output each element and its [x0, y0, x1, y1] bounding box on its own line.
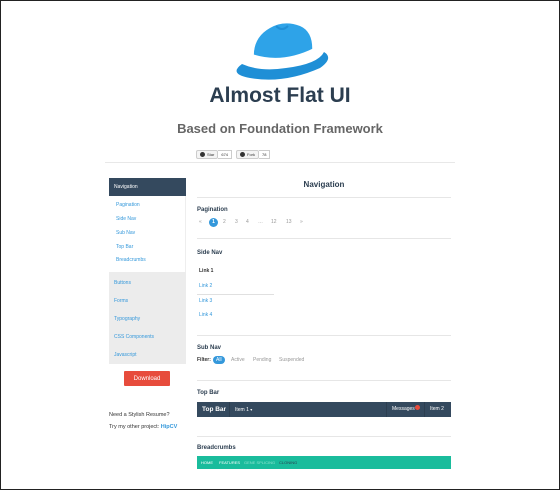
top-bar-separator [386, 402, 387, 417]
top-bar-item-1[interactable]: Item 1 ▾ [235, 402, 252, 418]
sidebar-item-breadcrumbs[interactable]: Breadcrumbs [116, 257, 146, 263]
promo-line: Try my other project: HipCV [109, 424, 178, 430]
header-divider [105, 162, 455, 163]
site-title: Almost Flat UI [209, 84, 351, 107]
sub-nav-item-all[interactable]: All [213, 356, 225, 364]
chevron-down-icon: ▾ [250, 407, 253, 412]
pagination-page[interactable]: 12 [271, 218, 277, 227]
side-nav-link-4[interactable]: Link 4 [199, 312, 212, 318]
pagination-page[interactable]: 3 [235, 218, 238, 227]
breadcrumb-item-cloning: Cloning [279, 460, 298, 465]
top-bar-separator [229, 402, 230, 417]
breadcrumbs-title: Breadcrumbs [197, 445, 236, 451]
sidebar-item-side-nav[interactable]: Side Nav [116, 216, 136, 222]
sub-nav-item-suspended[interactable]: Suspended [279, 356, 304, 364]
pagination-page[interactable]: 13 [286, 218, 292, 227]
messages-badge [415, 405, 420, 410]
pagination-prev[interactable]: « [199, 218, 202, 227]
hat-logo [236, 23, 329, 80]
sidebar-item-top-bar[interactable]: Top Bar [116, 244, 133, 250]
sidebar-heading[interactable]: Navigation [109, 178, 186, 196]
breadcrumb-item-features[interactable]: Features [219, 456, 240, 469]
sub-nav-filter-label: Filter: [197, 357, 211, 363]
promo-text: Need a Stylish Resume? [109, 412, 170, 418]
side-nav-title: Side Nav [197, 250, 223, 256]
top-bar-brand[interactable]: Top Bar [202, 402, 226, 417]
github-star-button[interactable]: Star 674 [196, 150, 233, 159]
download-button[interactable]: Download [124, 371, 170, 386]
sidebar-menu: Buttons Forms Typography CSS Components … [109, 272, 186, 364]
fork-count: 78 [259, 150, 271, 159]
sub-nav-title: Sub Nav [197, 345, 222, 351]
top-bar-messages[interactable]: Messages [392, 402, 415, 417]
breadcrumb-item-home[interactable]: Home [201, 456, 213, 469]
pagination-title: Pagination [197, 207, 228, 213]
breadcrumb: Home Features Gene Splicing Cloning [197, 456, 451, 469]
divider [197, 238, 451, 239]
star-count: 674 [218, 150, 233, 159]
section-heading: Navigation [303, 180, 345, 189]
sub-nav-item-pending[interactable]: Pending [253, 356, 271, 364]
divider [197, 197, 451, 198]
github-icon [200, 152, 205, 157]
side-nav-link-2[interactable]: Link 2 [199, 283, 212, 289]
pagination-ellipsis: … [258, 219, 263, 225]
sidebar-item-buttons[interactable]: Buttons [114, 280, 131, 286]
sidebar-item-forms[interactable]: Forms [114, 298, 128, 304]
top-bar: Top Bar Item 1 ▾ Messages Item 2 [197, 402, 451, 417]
pagination-page[interactable]: 2 [223, 218, 226, 227]
divider [197, 436, 451, 437]
top-bar-title: Top Bar [197, 390, 220, 396]
pagination-page[interactable]: 4 [246, 218, 249, 227]
top-bar-item-2[interactable]: Item 2 [430, 402, 444, 417]
pagination-next[interactable]: » [300, 218, 303, 227]
divider [197, 380, 451, 381]
sidebar-item-sub-nav[interactable]: Sub Nav [116, 230, 135, 236]
sidebar-subnav: Pagination Side Nav Sub Nav Top Bar Brea… [109, 196, 186, 272]
side-nav-link-3[interactable]: Link 3 [199, 298, 212, 304]
side-nav-divider [197, 294, 274, 295]
sidebar-item-javascript[interactable]: Javascript [114, 352, 137, 358]
side-nav-link-1[interactable]: Link 1 [199, 268, 213, 274]
site-subtitle: Based on Foundation Framework [177, 121, 383, 136]
sidebar-item-typography[interactable]: Typography [114, 316, 140, 322]
breadcrumb-item-gene-splicing: Gene Splicing [244, 460, 276, 465]
top-bar-separator [424, 402, 425, 417]
sidebar-item-css-components[interactable]: CSS Components [114, 334, 154, 340]
pagination-page-current[interactable]: 1 [209, 218, 218, 227]
sub-nav-item-active[interactable]: Active [231, 356, 245, 364]
divider [197, 335, 451, 336]
github-icon [240, 152, 245, 157]
sidebar-item-pagination[interactable]: Pagination [116, 202, 140, 208]
github-fork-button[interactable]: Fork 78 [236, 150, 271, 159]
hipcv-link[interactable]: HipCV [161, 424, 178, 430]
